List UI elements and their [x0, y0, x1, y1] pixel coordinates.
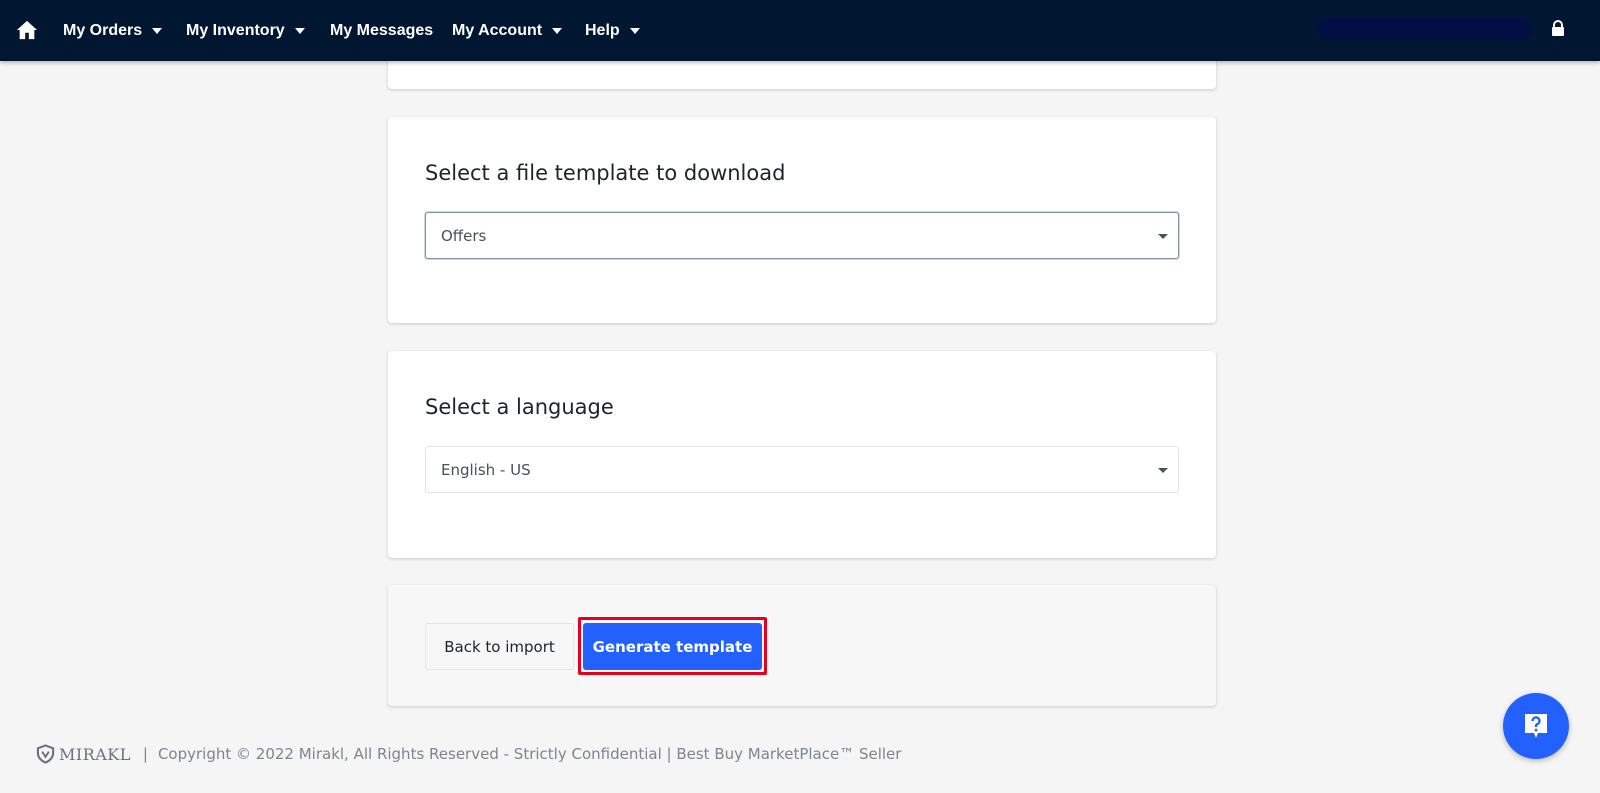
- chevron-down-icon: [629, 27, 640, 34]
- top-navigation-bar: My Orders My Inventory My Messages My Ac…: [0, 0, 1600, 61]
- nav-my-account-label: My Account: [452, 21, 543, 39]
- mirakl-shield-icon: [36, 744, 55, 764]
- question-icon: [1525, 714, 1547, 738]
- language-title: Select a language: [425, 395, 614, 419]
- file-template-title: Select a file template to download: [425, 161, 786, 185]
- nav-help[interactable]: Help: [585, 0, 640, 61]
- nav-my-inventory[interactable]: My Inventory: [186, 0, 305, 61]
- mirakl-logo-text: MIRAKL: [59, 744, 131, 764]
- footer: MIRAKL | Copyright © 2022 Mirakl, All Ri…: [36, 742, 901, 766]
- nav-my-messages-label: My Messages: [330, 21, 434, 39]
- nav-my-account[interactable]: My Account: [452, 0, 563, 61]
- footer-separator: |: [142, 745, 148, 763]
- chevron-down-icon: [1158, 468, 1168, 473]
- nav-my-inventory-label: My Inventory: [186, 21, 285, 39]
- chevron-down-icon: [152, 27, 163, 34]
- language-selected-value: English - US: [441, 461, 531, 479]
- chevron-down-icon: [552, 27, 563, 34]
- actions-card: Back to import Generate template: [388, 585, 1216, 706]
- chevron-down-icon: [294, 27, 305, 34]
- language-card: Select a language English - US: [388, 351, 1216, 558]
- user-name-redacted[interactable]: [1316, 18, 1532, 40]
- home-icon[interactable]: [16, 19, 38, 41]
- nav-my-messages[interactable]: My Messages: [330, 0, 433, 61]
- file-template-select[interactable]: Offers: [425, 212, 1179, 259]
- nav-help-label: Help: [585, 21, 620, 39]
- nav-my-orders-label: My Orders: [63, 21, 143, 39]
- language-select[interactable]: English - US: [425, 446, 1179, 493]
- file-template-selected-value: Offers: [441, 227, 487, 245]
- nav-my-orders[interactable]: My Orders: [63, 0, 163, 61]
- mirakl-logo: MIRAKL: [36, 744, 131, 764]
- footer-copyright: Copyright © 2022 Mirakl, All Rights Rese…: [157, 745, 902, 763]
- file-template-card: Select a file template to download Offer…: [388, 117, 1216, 323]
- back-to-import-button[interactable]: Back to import: [425, 623, 574, 670]
- help-chat-button[interactable]: [1503, 693, 1569, 759]
- chevron-down-icon: [1158, 234, 1168, 239]
- lock-icon[interactable]: [1551, 20, 1565, 37]
- generate-template-button[interactable]: Generate template: [583, 623, 762, 670]
